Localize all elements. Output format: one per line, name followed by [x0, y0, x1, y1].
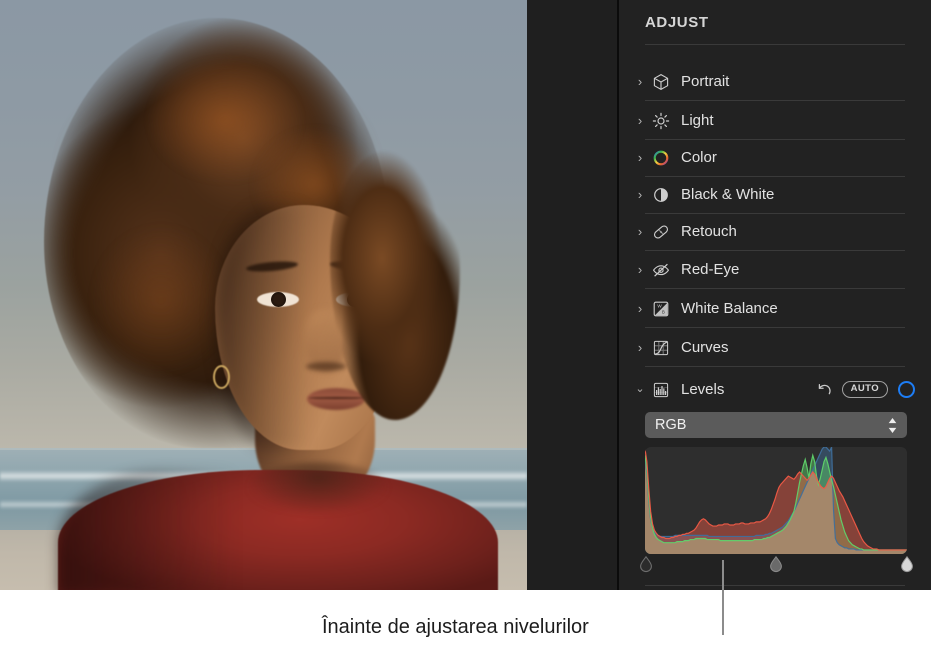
chevron-right-icon[interactable]: › [632, 114, 648, 127]
sidebar-item-levels[interactable]: ⌄ Levels AUTO [627, 371, 923, 408]
reset-arrow-icon[interactable] [816, 382, 832, 398]
nostril [306, 362, 346, 371]
svg-text:W: W [657, 303, 662, 308]
sidebar-item-label: Curves [681, 339, 729, 356]
chevron-down-icon[interactable]: ⌄ [632, 384, 648, 395]
sidebar-item-black-and-white[interactable]: › Black & White [627, 176, 923, 213]
sidebar-item-light[interactable]: › Light [627, 102, 923, 139]
row-divider [645, 366, 905, 367]
lips [307, 388, 365, 410]
row-divider [645, 288, 905, 289]
tshirt-collar [248, 462, 388, 514]
channel-select[interactable]: RGB [645, 412, 907, 438]
sidebar-item-red-eye[interactable]: › Red-Eye [627, 251, 923, 288]
chevron-right-icon[interactable]: › [632, 263, 648, 276]
sun-icon [650, 110, 672, 132]
callout-line [722, 560, 724, 635]
row-divider [645, 100, 905, 101]
chevron-right-icon[interactable]: › [632, 225, 648, 238]
earring [213, 365, 230, 389]
white-balance-icon: WB [650, 298, 672, 320]
sidebar-item-label: Color [681, 149, 717, 166]
chevron-right-icon[interactable]: › [632, 302, 648, 315]
caption-label: Înainte de ajustarea nivelurilor [322, 616, 589, 639]
chevron-right-icon[interactable]: › [632, 151, 648, 164]
eye-slash-icon [650, 259, 672, 281]
levels-histogram[interactable] [645, 447, 907, 554]
levels-icon [650, 379, 672, 401]
auto-button[interactable]: AUTO [842, 381, 888, 398]
sidebar-item-label: Levels [681, 381, 724, 398]
sidebar-item-white-balance[interactable]: › WB White Balance [627, 290, 923, 327]
curves-icon [650, 337, 672, 359]
cube-icon [650, 71, 672, 93]
viewer-gutter [527, 0, 617, 590]
sidebar-item-retouch[interactable]: › Retouch [627, 213, 923, 250]
chevron-right-icon[interactable]: › [632, 341, 648, 354]
hair-highlight-3 [96, 230, 226, 370]
chevron-right-icon[interactable]: › [632, 188, 648, 201]
stepper-chevrons-icon[interactable] [887, 417, 898, 434]
sidebar-item-label: Retouch [681, 223, 737, 240]
lip-line [308, 397, 364, 399]
sidebar-item-color[interactable]: › Color [627, 139, 923, 176]
iris-left [271, 292, 286, 307]
bottom-divider [645, 585, 905, 586]
white-point-handle[interactable] [900, 556, 914, 574]
levels-slider-track[interactable] [645, 556, 907, 578]
photo-preview[interactable] [0, 0, 527, 590]
svg-text:B: B [662, 309, 665, 314]
row-divider [645, 327, 905, 328]
half-circle-icon [650, 184, 672, 206]
black-point-handle[interactable] [639, 556, 653, 574]
enable-toggle-circle[interactable] [898, 381, 915, 398]
sidebar-item-portrait[interactable]: › Portrait [627, 63, 923, 100]
sidebar-item-label: Light [681, 112, 714, 129]
channel-select-value: RGB [655, 417, 686, 433]
page-title: ADJUST [645, 14, 709, 31]
sidebar-item-curves[interactable]: › Curves [627, 329, 923, 366]
chevron-right-icon[interactable]: › [632, 75, 648, 88]
histogram-canvas [645, 447, 907, 554]
midtones-handle[interactable] [769, 556, 783, 574]
app-window: ADJUST › Portrait › Light [0, 0, 931, 590]
photo-image [0, 0, 527, 590]
levels-controls: AUTO [816, 381, 923, 398]
sidebar-item-label: Portrait [681, 73, 729, 90]
sidebar-item-label: Red-Eye [681, 261, 739, 278]
bandage-icon [650, 221, 672, 243]
title-divider [645, 44, 905, 45]
sidebar-item-label: White Balance [681, 300, 778, 317]
sidebar-item-label: Black & White [681, 186, 774, 203]
color-wheel-icon [650, 147, 672, 169]
screenshot-root: ADJUST › Portrait › Light [0, 0, 931, 652]
